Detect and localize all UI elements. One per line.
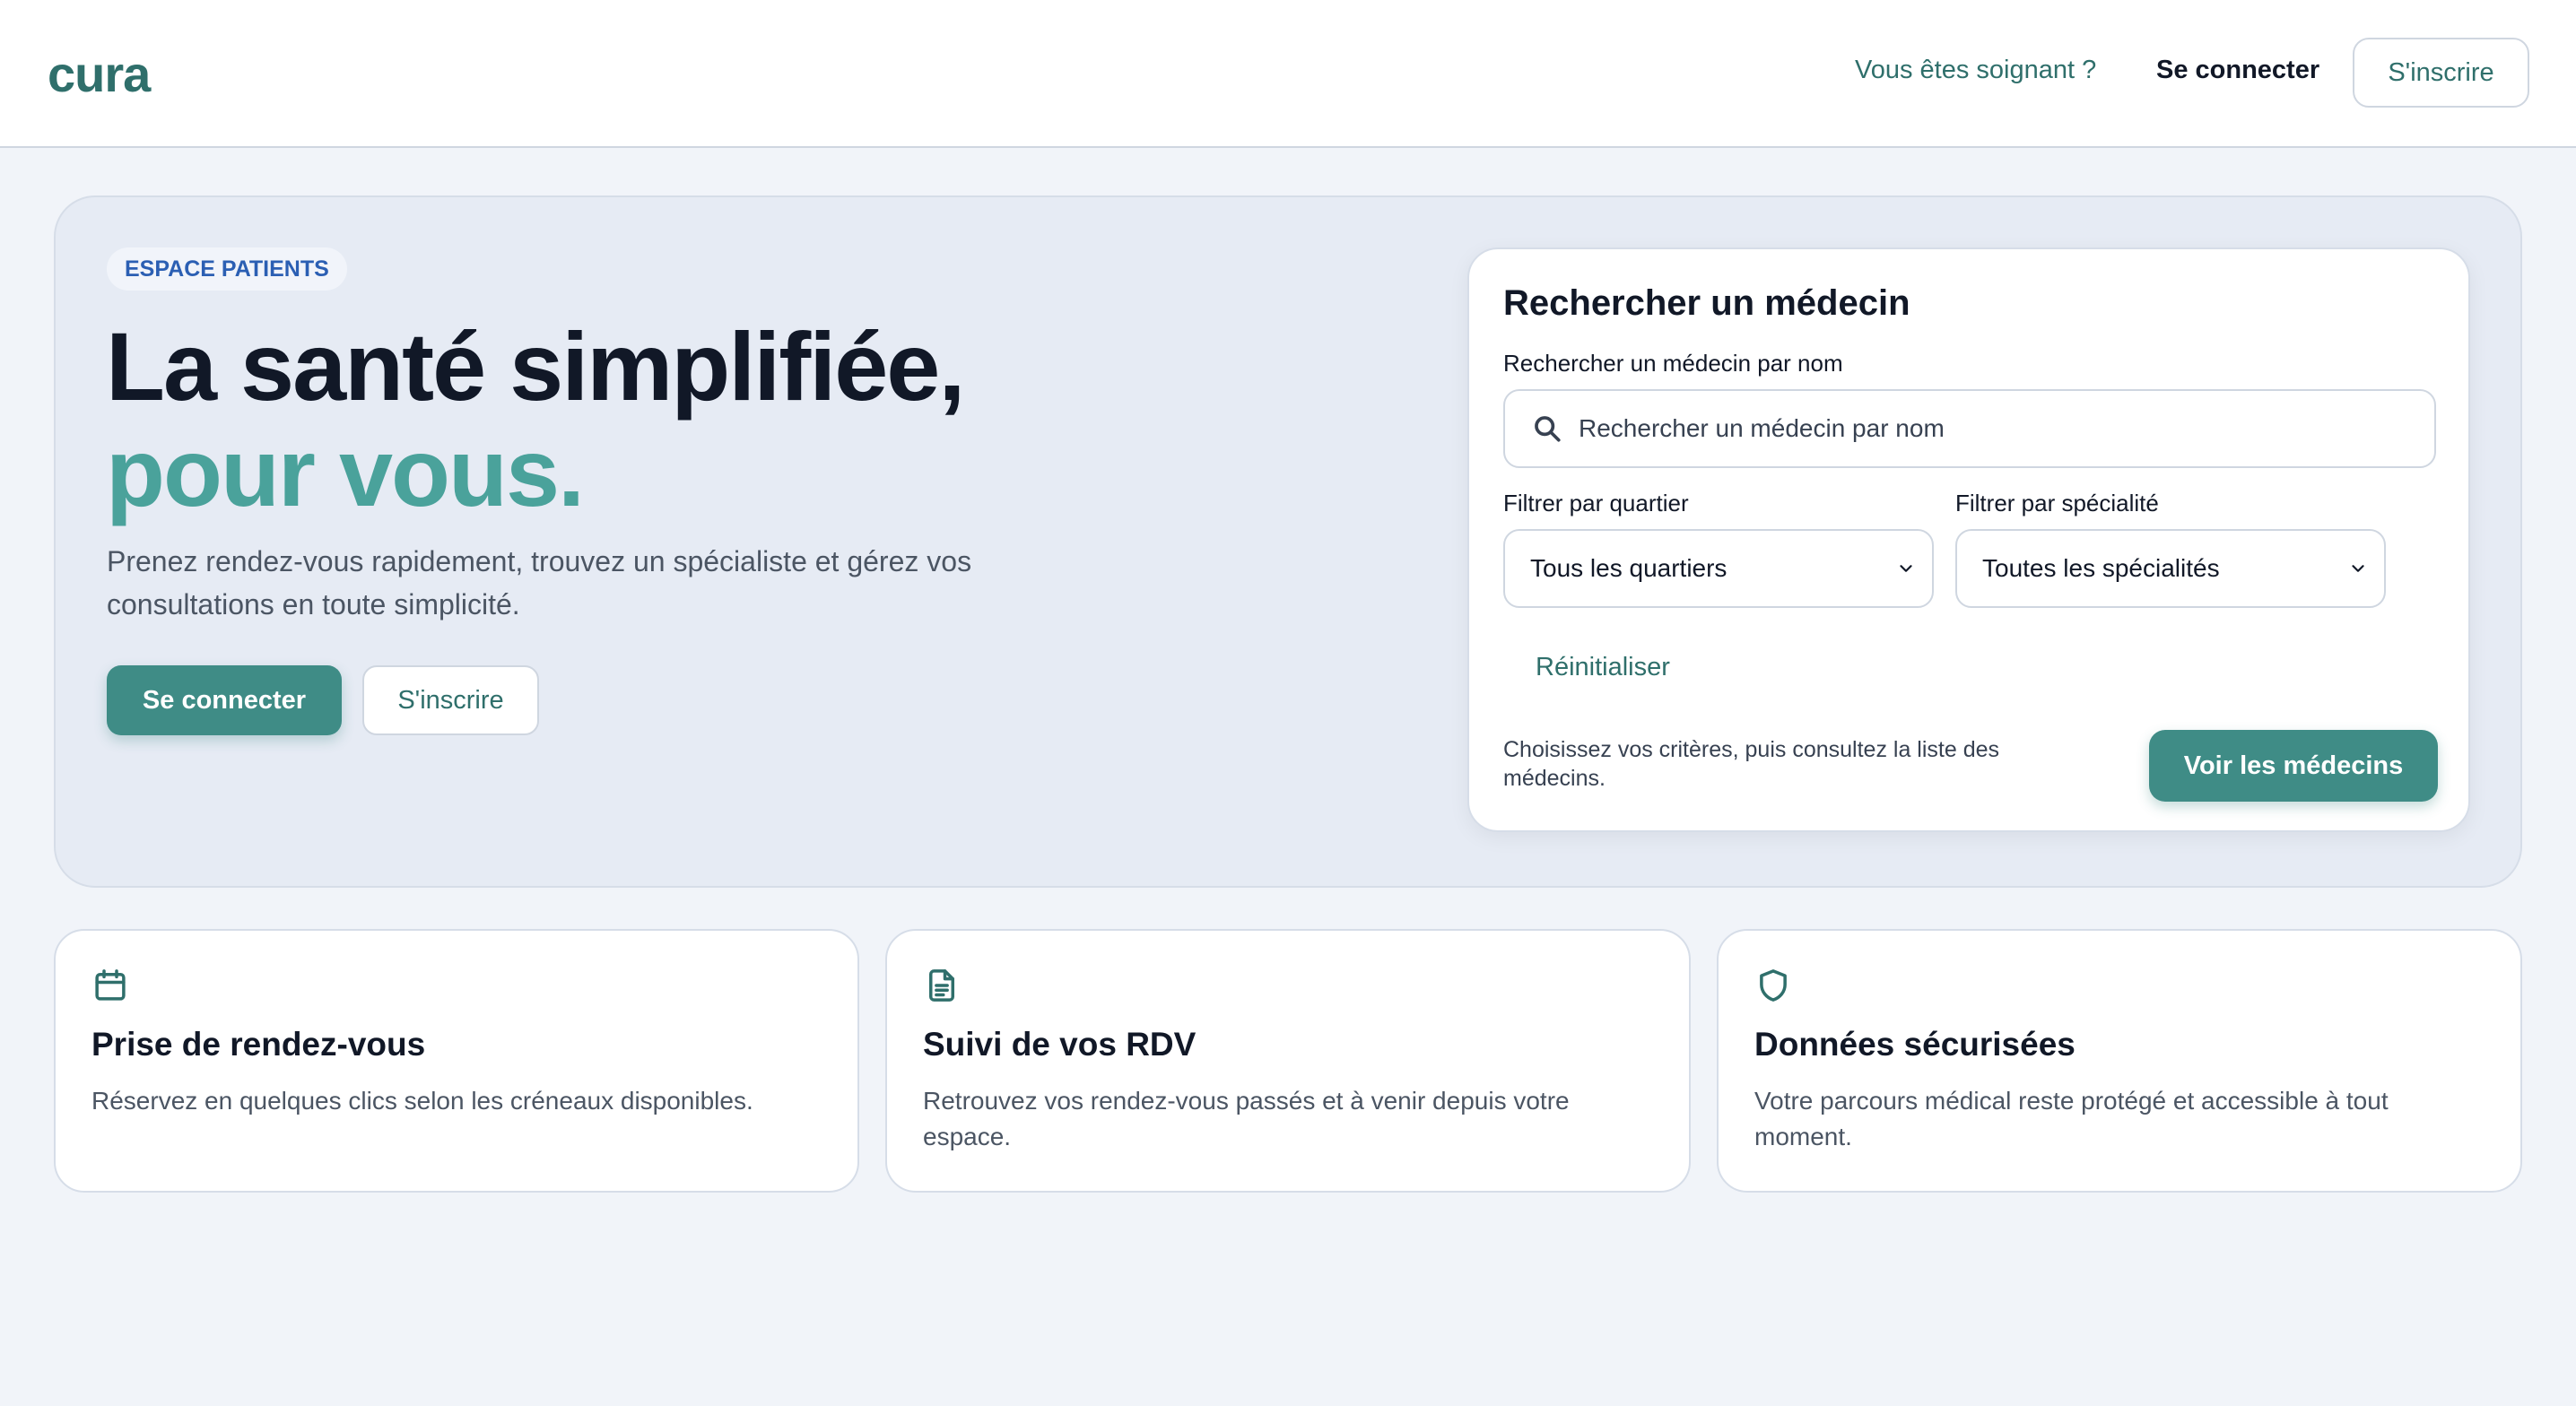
- feature-title: Suivi de vos RDV: [923, 1026, 1197, 1063]
- doctor-search-card: Rechercher un médecin Rechercher un méde…: [1467, 247, 2470, 832]
- doctor-name-search-input[interactable]: [1579, 414, 2386, 443]
- reset-filters-button[interactable]: Réinitialiser: [1536, 653, 1670, 682]
- chevron-down-icon: [1900, 565, 1912, 572]
- shield-icon: [1760, 969, 1787, 1002]
- specialite-select-value: Toutes les spécialités: [1982, 554, 2220, 582]
- feature-card-tracking: Suivi de vos RDV Retrouvez vos rendez-vo…: [885, 929, 1691, 1193]
- hero-signup-button[interactable]: S'inscrire: [362, 665, 539, 735]
- feature-title: Données sécurisées: [1754, 1026, 2076, 1063]
- feature-description: Réservez en quelques clics selon les cré…: [91, 1087, 753, 1115]
- hero-title-line1: La santé simplifiée,: [106, 312, 965, 421]
- quartier-filter-label: Filtrer par quartier: [1503, 490, 1689, 516]
- specialite-filter-label: Filtrer par spécialité: [1955, 490, 2159, 516]
- doctor-name-search-field[interactable]: [1503, 389, 2436, 468]
- feature-description: Retrouvez vos rendez-vous passés et à ve…: [923, 1087, 1570, 1150]
- feature-card-security: Données sécurisées Votre parcours médica…: [1717, 929, 2522, 1193]
- hero-login-button[interactable]: Se connecter: [107, 665, 342, 735]
- hero-section: ESPACE PATIENTS La santé simplifiée, pou…: [54, 195, 2522, 888]
- search-icon: [1535, 416, 1561, 442]
- espace-patients-badge: ESPACE PATIENTS: [107, 247, 347, 291]
- nav-link-soignant[interactable]: Vous êtes soignant ?: [1855, 56, 2096, 85]
- nav-signup-button[interactable]: S'inscrire: [2353, 38, 2529, 108]
- hero-description: Prenez rendez-vous rapidement, trouvez u…: [107, 545, 972, 621]
- hero-title-line2: pour vous.: [106, 418, 585, 526]
- feature-title: Prise de rendez-vous: [91, 1026, 426, 1063]
- search-name-label: Rechercher un médecin par nom: [1503, 350, 1843, 377]
- logo[interactable]: cura: [48, 45, 151, 103]
- specialite-select[interactable]: Toutes les spécialités: [1955, 529, 2386, 608]
- search-hint-text: Choisissez vos critères, puis consultez …: [1503, 737, 2000, 791]
- search-card-title: Rechercher un médecin: [1503, 283, 1910, 323]
- feature-description: Votre parcours médical reste protégé et …: [1754, 1087, 2389, 1150]
- quartier-select[interactable]: Tous les quartiers: [1503, 529, 1934, 608]
- document-icon: [929, 969, 954, 1002]
- hero-title: La santé simplifiée, pour vous.: [106, 312, 965, 526]
- feature-card-appointments: Prise de rendez-vous Réservez en quelque…: [54, 929, 859, 1193]
- quartier-select-value: Tous les quartiers: [1530, 554, 1727, 582]
- view-doctors-button[interactable]: Voir les médecins: [2149, 730, 2438, 802]
- top-header: cura Vous êtes soignant ? Se connecter S…: [0, 0, 2576, 148]
- calendar-icon: [95, 969, 126, 1001]
- chevron-down-icon: [2352, 565, 2364, 572]
- nav-login-link[interactable]: Se connecter: [2156, 56, 2319, 85]
